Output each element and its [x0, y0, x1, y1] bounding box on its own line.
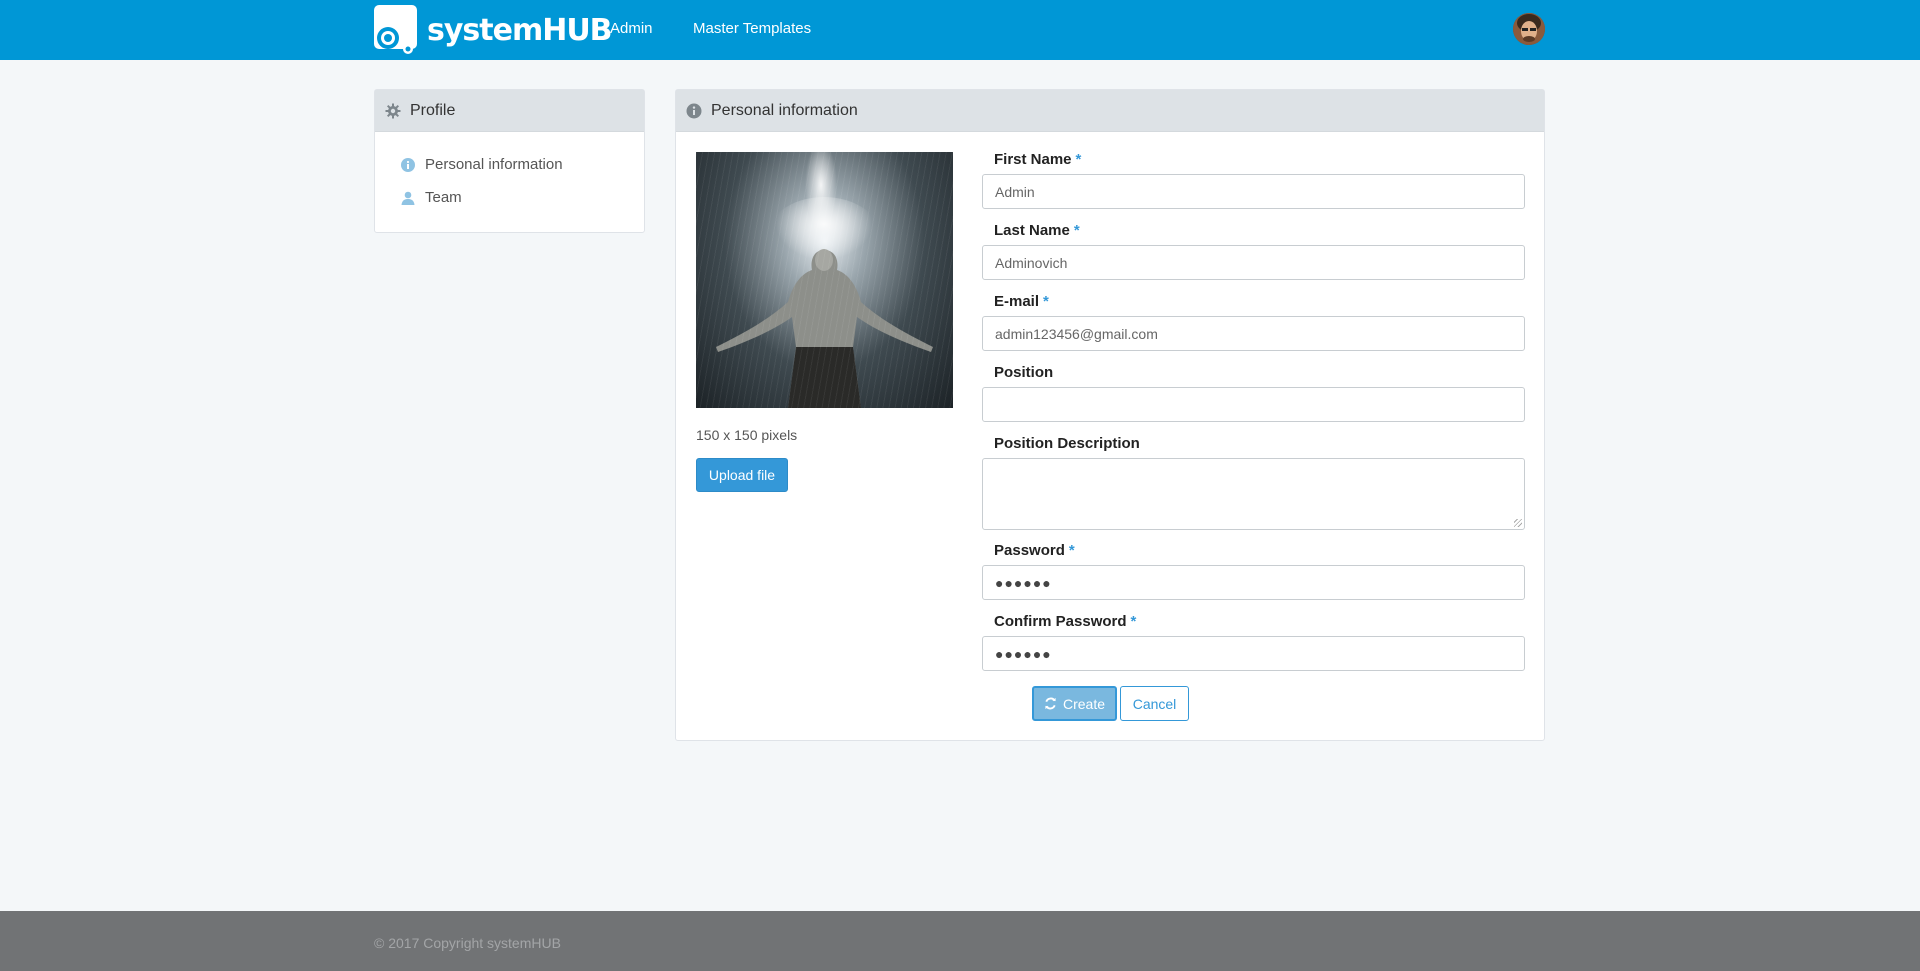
last-name-label-text: Last Name [994, 222, 1070, 239]
personal-information-panel: Personal information 150 x 150 pixels Up… [675, 89, 1545, 741]
user-icon [401, 191, 415, 205]
last-name-label: Last Name * [994, 222, 1080, 239]
profile-panel-title: Profile [410, 101, 456, 119]
personal-information-header: Personal information [676, 90, 1544, 132]
first-name-label: First Name * [994, 151, 1081, 168]
required-marker: * [1130, 613, 1137, 630]
position-description-textarea[interactable] [982, 458, 1525, 530]
textarea-resize-handle[interactable] [1514, 519, 1522, 527]
user-avatar[interactable] [1513, 13, 1545, 45]
email-label: E-mail * [994, 293, 1049, 310]
profile-nav-list: Personal information Team [375, 132, 644, 214]
sidebar-item-personal-information[interactable]: Personal information [401, 148, 644, 181]
profile-panel-header: Profile [375, 90, 644, 132]
nav-link-admin[interactable]: Admin [610, 20, 653, 37]
brand-name: systemHUB [427, 12, 613, 48]
copyright-text: © 2017 Copyright systemHUB [374, 935, 561, 951]
photo-size-hint: 150 x 150 pixels [696, 427, 798, 443]
password-masked-value: ●●●●●● [995, 574, 1052, 591]
position-description-label: Position Description [994, 435, 1140, 452]
sidebar-item-team[interactable]: Team [401, 181, 644, 214]
nav-link-master-templates[interactable]: Master Templates [693, 20, 811, 37]
confirm-password-input[interactable]: ●●●●●● [982, 636, 1525, 671]
position-label: Position [994, 364, 1054, 381]
sidebar-item-label: Team [425, 189, 462, 206]
confirm-password-label-text: Confirm Password [994, 613, 1127, 630]
sidebar-item-label: Personal information [425, 156, 563, 173]
profile-panel: Profile Personal information Team [374, 89, 645, 233]
info-circle-icon [401, 157, 415, 172]
panel-title: Personal information [711, 101, 858, 119]
position-input[interactable] [982, 387, 1525, 422]
required-marker: * [1043, 293, 1049, 310]
refresh-icon [1045, 697, 1056, 710]
confirm-password-masked-value: ●●●●●● [995, 645, 1052, 662]
required-marker: * [1075, 151, 1082, 168]
upload-file-button[interactable]: Upload file [696, 458, 788, 492]
first-name-input[interactable]: Admin [982, 174, 1525, 209]
cancel-button[interactable]: Cancel [1120, 686, 1189, 721]
photo-rain-overlay [696, 152, 953, 408]
top-navbar: systemHUB Admin Master Templates [0, 0, 1920, 60]
password-input[interactable]: ●●●●●● [982, 565, 1525, 600]
create-button-label: Create [1062, 695, 1106, 712]
password-label: Password * [994, 542, 1075, 559]
page-footer: © 2017 Copyright systemHUB [0, 911, 1920, 971]
brand-logo-link[interactable]: systemHUB [374, 5, 613, 55]
password-label-text: Password [994, 542, 1065, 559]
avatar-face-icon [1513, 13, 1545, 45]
last-name-input[interactable]: Adminovich [982, 245, 1525, 280]
gear-icon [385, 103, 401, 119]
confirm-password-label: Confirm Password * [994, 613, 1136, 630]
create-button[interactable]: Create [1032, 686, 1117, 721]
required-marker: * [1068, 542, 1075, 559]
email-input[interactable]: admin123456@gmail.com [982, 316, 1525, 351]
gear-logo-icon [374, 5, 417, 54]
info-circle-icon [686, 103, 702, 119]
profile-photo [696, 152, 953, 408]
required-marker: * [1073, 222, 1080, 239]
email-label-text: E-mail [994, 293, 1040, 310]
first-name-label-text: First Name [994, 151, 1072, 168]
